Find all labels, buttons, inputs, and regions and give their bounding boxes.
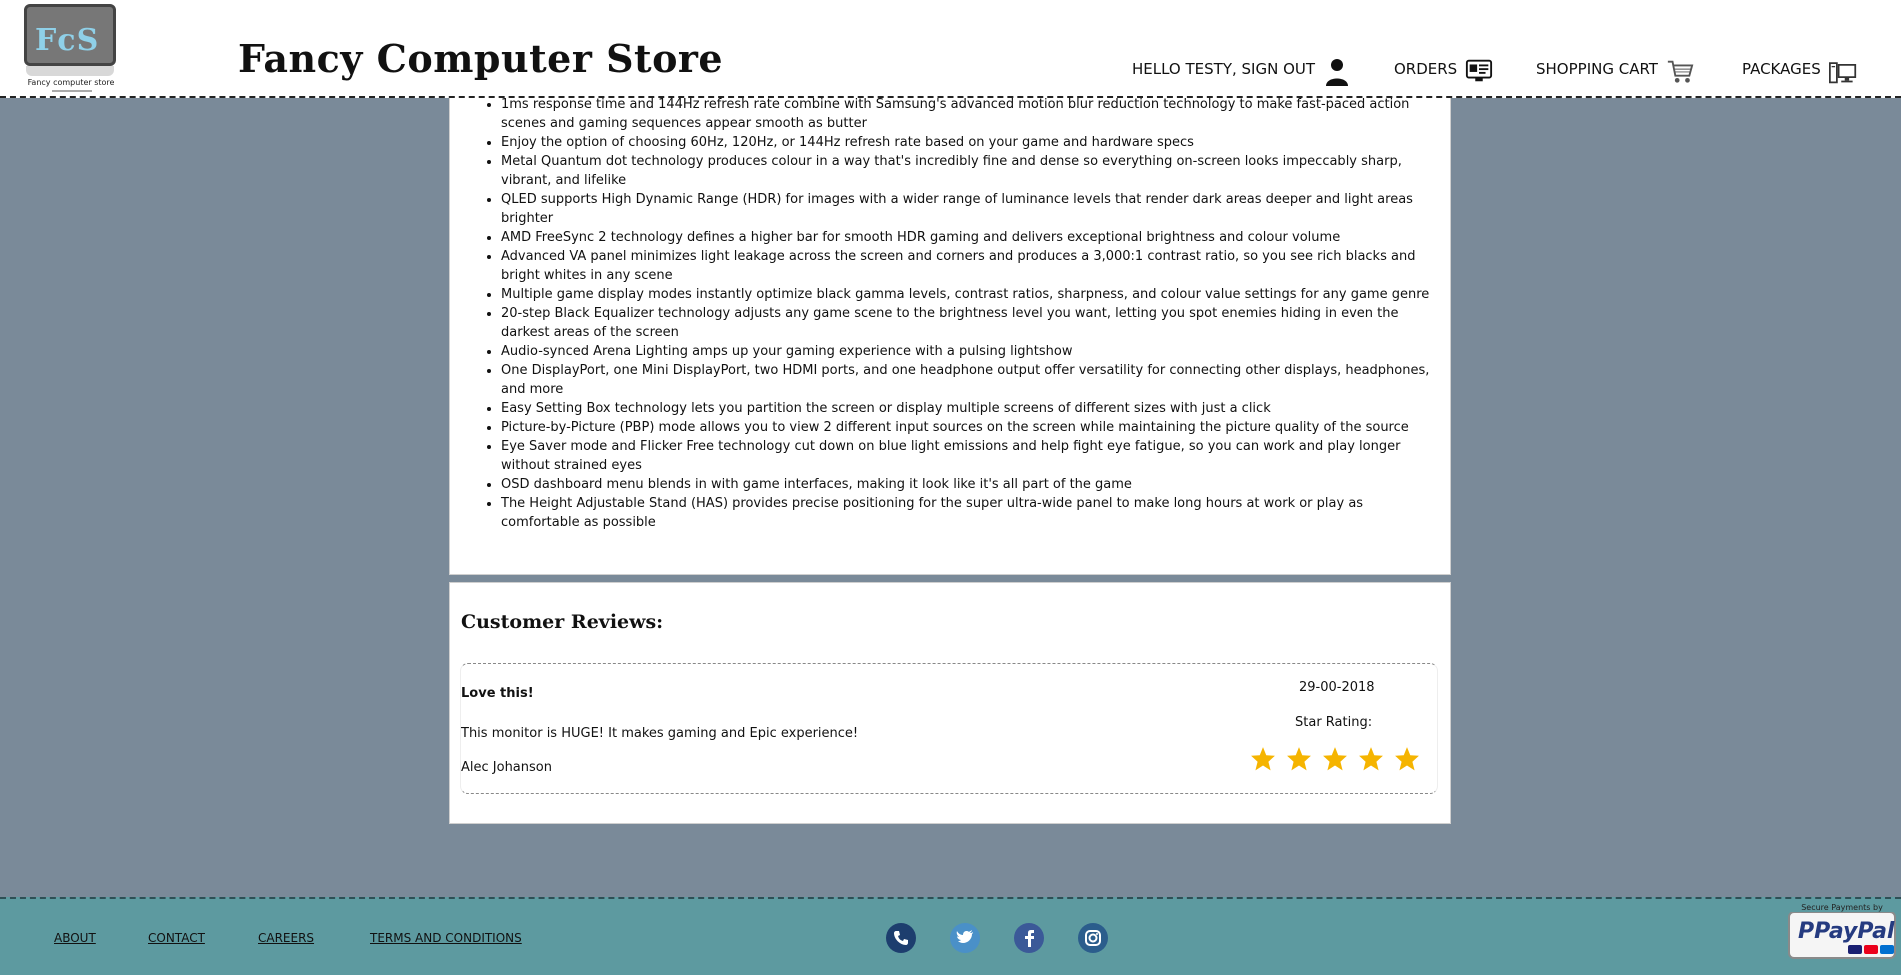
logo-text: Fancy computer store [27,78,115,87]
paypal-caption: Secure Payments by [1790,903,1894,912]
footer-link-careers[interactable]: CAREERS [258,931,314,945]
review-title: Love this! [461,686,534,701]
review-card: Love this! This monitor is HUGE! It make… [460,663,1438,794]
instagram-icon[interactable] [1078,923,1108,953]
site-header: FcS Fancy computer store Fancy Computer … [0,0,1901,98]
nav-packages[interactable]: PACKAGES [1742,56,1857,86]
review-rating-label: Star Rating: [1295,715,1373,730]
visa-card-icon [1848,945,1862,954]
logo-underline [52,90,92,92]
feature-item: Eye Saver mode and Flicker Free technolo… [501,437,1434,475]
review-date: 29-00-2018 [1299,680,1375,695]
review-body: This monitor is HUGE! It makes gaming an… [461,726,859,741]
feature-item: Metal Quantum dot technology produces co… [501,152,1434,190]
site-logo[interactable]: FcS Fancy computer store [22,2,120,92]
feature-item: One DisplayPort, one Mini DisplayPort, t… [501,361,1434,399]
paypal-logo: PPayPal [1798,919,1895,944]
logo-monitor-icon: FcS [24,4,116,66]
amex-card-icon [1880,945,1894,954]
nav-sign-out-label: HELLO TESTY, SIGN OUT [1132,60,1316,78]
paypal-secure-payments: Secure Payments by PPayPal [1788,903,1896,959]
orders-icon [1466,59,1493,82]
nav-packages-label: PACKAGES [1742,60,1821,78]
reviews-heading: Customer Reviews: [461,611,664,633]
shopping-cart-icon [1667,60,1694,83]
packages-icon [1828,62,1856,84]
nav-orders-label: ORDERS [1394,60,1458,78]
star-icon [1359,747,1383,771]
feature-item: AMD FreeSync 2 technology defines a high… [501,228,1434,247]
footer-link-contact[interactable]: CONTACT [148,931,205,945]
star-icon [1251,747,1275,771]
twitter-icon[interactable] [950,923,980,953]
nav-cart-label: SHOPPING CART [1536,60,1658,78]
customer-reviews-panel: Customer Reviews: Love this! This monito… [449,582,1451,824]
card-logos [1848,945,1894,954]
mastercard-icon [1864,945,1878,954]
nav-orders[interactable]: ORDERS [1394,56,1493,86]
footer-link-terms[interactable]: TERMS AND CONDITIONS [370,931,522,945]
feature-item: 1ms response time and 144Hz refresh rate… [501,95,1434,133]
facebook-icon[interactable] [1014,923,1044,953]
user-icon [1326,59,1349,86]
site-footer: ABOUT CONTACT CAREERS TERMS AND CONDITIO… [0,897,1901,975]
feature-item: Picture-by-Picture (PBP) mode allows you… [501,418,1434,437]
feature-item: The Height Adjustable Stand (HAS) provid… [501,494,1434,532]
site-title: Fancy Computer Store [238,36,724,81]
product-features-list: 1800R curved screen draws you into the a… [450,76,1452,532]
nav-sign-out[interactable]: HELLO TESTY, SIGN OUT [1132,56,1351,86]
feature-item: Easy Setting Box technology lets you par… [501,399,1434,418]
star-icon [1395,747,1419,771]
feature-item: QLED supports High Dynamic Range (HDR) f… [501,190,1434,228]
feature-item: OSD dashboard menu blends in with game i… [501,475,1434,494]
star-rating [1250,746,1420,772]
feature-item: 20-step Black Equalizer technology adjus… [501,304,1434,342]
logo-letters: FcS [35,23,100,58]
feature-item: Multiple game display modes instantly op… [501,285,1434,304]
logo-stand [26,66,114,76]
star-icon [1287,747,1311,771]
feature-item: Advanced VA panel minimizes light leakag… [501,247,1434,285]
feature-item: Enjoy the option of choosing 60Hz, 120Hz… [501,133,1434,152]
star-icon [1323,747,1347,771]
phone-icon[interactable] [886,923,916,953]
product-features-panel: 1800R curved screen draws you into the a… [449,78,1451,575]
footer-link-about[interactable]: ABOUT [54,931,96,945]
review-author: Alec Johanson [461,760,552,775]
nav-shopping-cart[interactable]: SHOPPING CART [1536,56,1694,86]
feature-item: Audio-synced Arena Lighting amps up your… [501,342,1434,361]
